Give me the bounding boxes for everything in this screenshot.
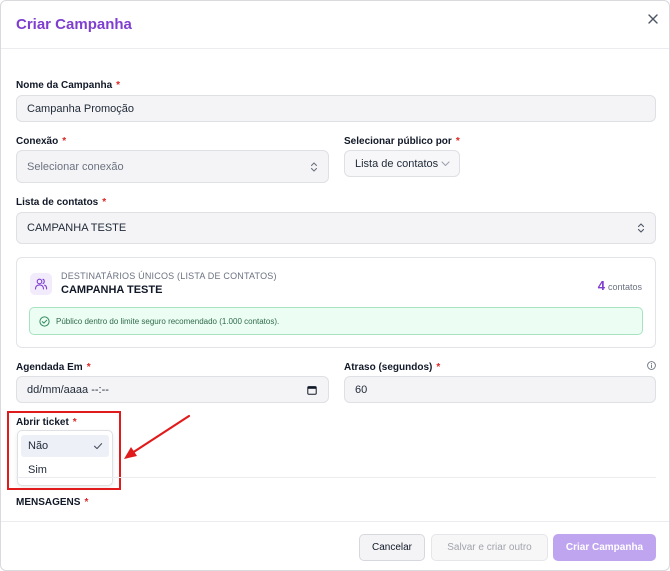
contact-list-label-text: Lista de contatos — [16, 197, 99, 208]
users-icon — [30, 273, 52, 295]
info-icon[interactable] — [647, 361, 656, 370]
required-mark: * — [86, 362, 91, 373]
required-mark: * — [116, 80, 121, 91]
delay-label: Atraso (segundos) * — [344, 362, 440, 373]
required-mark: * — [102, 197, 107, 208]
contact-list-label: Lista de contatos * — [16, 197, 106, 208]
annotation-highlight-box — [7, 411, 121, 490]
chevron-up-down-icon — [637, 223, 645, 233]
safe-limit-text: Público dentro do limite seguro recomend… — [56, 317, 280, 326]
recipients-count-unit: contatos — [607, 282, 642, 292]
delay-label-text: Atraso (segundos) — [344, 362, 433, 373]
required-mark: * — [436, 362, 441, 373]
messages-label-text: MENSAGENS — [16, 497, 81, 508]
calendar-icon[interactable] — [307, 385, 317, 395]
contact-list-value: CAMPANHA TESTE — [27, 222, 127, 234]
scheduled-at-label-text: Agendada Em — [16, 362, 83, 373]
audience-by-label: Selecionar público por * — [344, 136, 460, 147]
recipients-count-number: 4 — [597, 278, 605, 293]
connection-label-text: Conexão — [16, 136, 59, 147]
cancel-button[interactable]: Cancelar — [359, 534, 425, 561]
required-mark: * — [84, 497, 89, 508]
close-icon[interactable] — [645, 11, 661, 27]
recipients-count: 4 contatos — [598, 278, 642, 293]
connection-select[interactable]: Selecionar conexão — [16, 150, 329, 183]
save-and-create-another-button[interactable]: Salvar e criar outro — [431, 534, 548, 561]
delay-input[interactable]: 60 — [344, 376, 656, 403]
scheduled-at-value: dd/mm/aaaa --:-- — [27, 383, 109, 396]
audience-by-label-text: Selecionar público por — [344, 136, 452, 147]
audience-by-value: Lista de contatos — [355, 157, 439, 170]
modal-header: Criar Campanha — [1, 1, 669, 49]
recipients-subtitle: DESTINATÁRIOS ÚNICOS (LISTA DE CONTATOS) — [61, 271, 277, 281]
recipients-card: DESTINATÁRIOS ÚNICOS (LISTA DE CONTATOS)… — [16, 257, 656, 348]
chevron-down-icon — [441, 161, 450, 167]
annotation-arrow — [124, 414, 191, 459]
required-mark: * — [62, 136, 67, 147]
section-divider — [16, 477, 656, 478]
audience-by-select[interactable]: Lista de contatos — [344, 150, 460, 177]
campaign-name-label-text: Nome da Campanha — [16, 80, 113, 91]
check-circle-icon — [39, 316, 50, 327]
connection-placeholder: Selecionar conexão — [27, 160, 124, 173]
campaign-name-label: Nome da Campanha * — [16, 80, 120, 91]
campaign-name-input[interactable]: Campanha Promoção — [16, 95, 656, 122]
campaign-name-value: Campanha Promoção — [27, 102, 135, 115]
modal-title: Criar Campanha — [16, 16, 132, 33]
safe-limit-notice: Público dentro do limite seguro recomend… — [29, 307, 643, 335]
create-campaign-modal: Criar Campanha Nome da Campanha * Campanh… — [0, 0, 670, 571]
scheduled-at-input[interactable]: dd/mm/aaaa --:-- — [16, 376, 329, 403]
connection-label: Conexão * — [16, 136, 66, 147]
contact-list-select[interactable]: CAMPANHA TESTE — [16, 212, 656, 244]
messages-label: MENSAGENS * — [16, 497, 88, 508]
required-mark: * — [455, 136, 460, 147]
delay-value: 60 — [355, 383, 368, 396]
create-campaign-button[interactable]: Criar Campanha — [553, 534, 656, 561]
chevron-up-down-icon — [310, 161, 318, 172]
recipients-list-name: CAMPANHA TESTE — [61, 284, 163, 296]
scheduled-at-label: Agendada Em * — [16, 362, 91, 373]
